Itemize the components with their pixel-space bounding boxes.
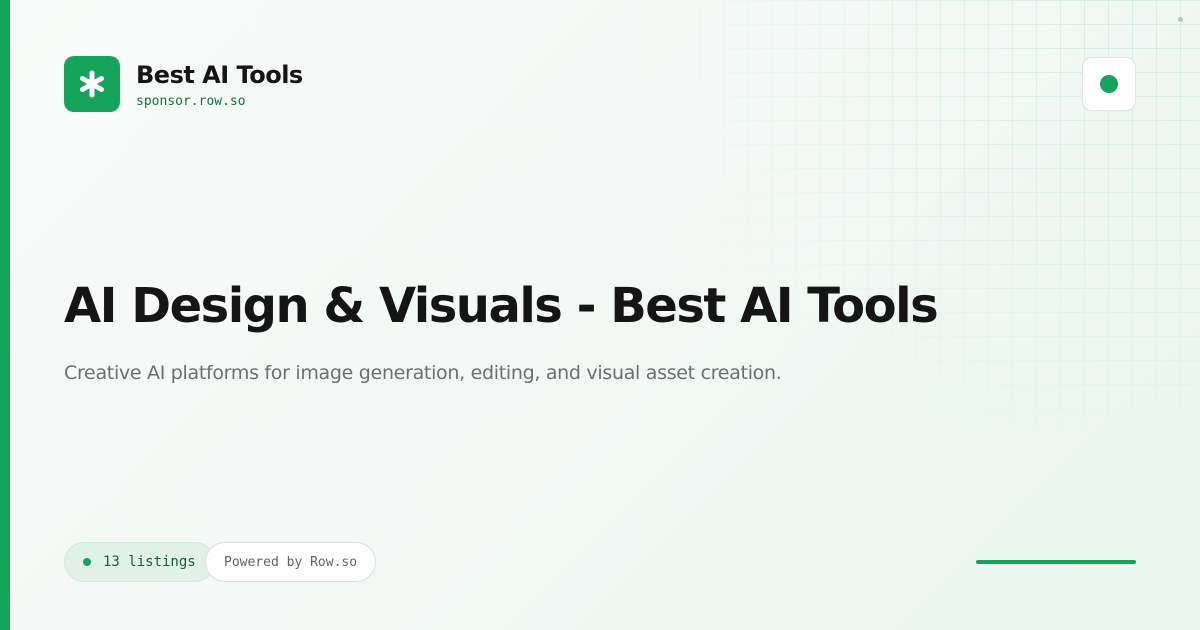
brand-domain: sponsor.row.so [136,93,246,109]
powered-by-label: Powered by Row.so [224,554,358,570]
accent-line [976,560,1136,564]
brand[interactable]: Best AI Tools sponsor.row.so [64,56,303,112]
powered-by-badge[interactable]: Powered by Row.so [205,542,377,582]
listings-count: 13 listings [103,554,196,570]
page-title: AI Design & Visuals - Best AI Tools [64,278,939,334]
corner-dot [1178,17,1183,22]
brand-name: Best AI Tools [136,60,303,89]
status-indicator [1082,57,1136,111]
page-subtitle: Creative AI platforms for image generati… [64,362,782,384]
status-dot-icon [1100,75,1118,93]
listings-badge: 13 listings [64,542,215,582]
listings-dot-icon [83,558,91,566]
asterisk-icon [64,56,120,112]
left-accent-bar [0,0,10,630]
